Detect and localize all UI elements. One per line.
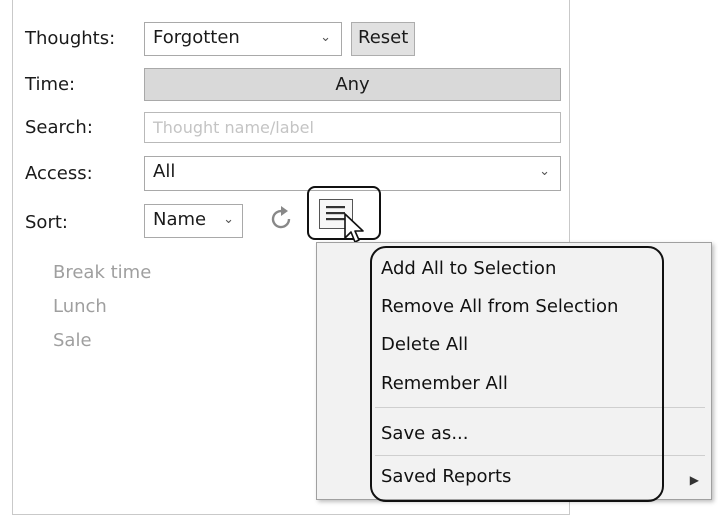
chevron-down-icon: ⌄ bbox=[539, 164, 550, 179]
search-label: Search: bbox=[25, 117, 93, 138]
menu-items-highlight bbox=[370, 246, 664, 502]
refresh-icon[interactable] bbox=[267, 204, 297, 234]
search-input[interactable]: Thought name/label bbox=[144, 112, 561, 143]
chevron-down-icon: ⌄ bbox=[320, 30, 331, 45]
sort-value: Name bbox=[153, 209, 207, 230]
time-label: Time: bbox=[25, 74, 76, 95]
list-item[interactable]: Sale bbox=[53, 330, 92, 352]
thoughts-dropdown[interactable]: Forgotten ⌄ bbox=[144, 22, 342, 56]
thoughts-value: Forgotten bbox=[153, 27, 240, 48]
mouse-cursor-icon bbox=[344, 213, 364, 243]
chevron-down-icon: ⌄ bbox=[223, 212, 234, 227]
sort-dropdown[interactable]: Name ⌄ bbox=[144, 204, 243, 238]
list-item[interactable]: Break time bbox=[53, 262, 151, 284]
list-item[interactable]: Lunch bbox=[53, 296, 107, 318]
access-label: Access: bbox=[25, 163, 93, 184]
submenu-arrow-icon: ▶ bbox=[689, 473, 699, 487]
reset-button[interactable]: Reset bbox=[351, 22, 415, 56]
access-value: All bbox=[153, 161, 176, 182]
sort-label: Sort: bbox=[25, 212, 68, 233]
time-selector[interactable]: Any bbox=[144, 68, 561, 101]
thoughts-label: Thoughts: bbox=[25, 28, 116, 49]
